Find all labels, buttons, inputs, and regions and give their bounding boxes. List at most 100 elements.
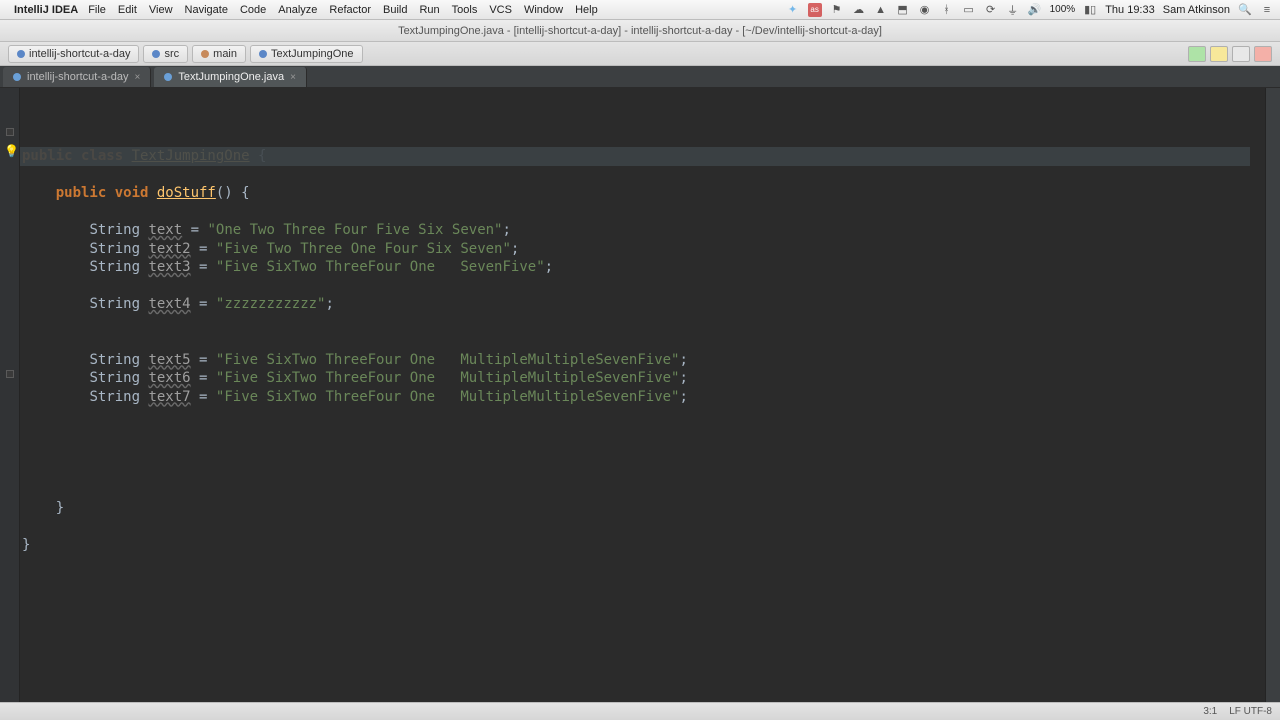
nav-bar: intellij-shortcut-a-day src main TextJum… — [0, 42, 1280, 66]
plain-indicator-icon[interactable] — [1232, 46, 1250, 62]
brace: () { — [216, 185, 250, 201]
display-icon[interactable]: ▭ — [962, 3, 976, 17]
type: String — [89, 259, 148, 275]
volume-icon[interactable]: 🔊 — [1028, 3, 1042, 17]
editor: 💡 public class TextJumpingOne { public v… — [0, 88, 1280, 702]
menu-refactor[interactable]: Refactor — [329, 4, 371, 16]
menu-code[interactable]: Code — [240, 4, 266, 16]
file-icon — [13, 73, 21, 81]
variable: text3 — [148, 259, 190, 275]
eye-icon[interactable]: ◉ — [918, 3, 932, 17]
fold-icon[interactable] — [6, 370, 14, 378]
dropbox-icon[interactable]: ⬒ — [896, 3, 910, 17]
code-line — [20, 277, 1265, 296]
menu-view[interactable]: View — [149, 4, 173, 16]
string-literal: "One Two Three Four Five Six Seven" — [207, 222, 502, 238]
code-line: String text6 = "Five SixTwo ThreeFour On… — [20, 369, 1265, 388]
code-area[interactable]: public class TextJumpingOne { public voi… — [20, 88, 1265, 702]
string-literal: "Five SixTwo ThreeFour One MultipleMulti… — [216, 370, 680, 386]
close-icon[interactable]: × — [134, 72, 140, 83]
brace: } — [22, 537, 30, 553]
method-name: doStuff — [157, 185, 216, 201]
type: String — [89, 296, 148, 312]
tab-label: TextJumpingOne.java — [178, 71, 284, 83]
caret-position[interactable]: 3:1 — [1203, 706, 1217, 717]
code-line: String text2 = "Five Two Three One Four … — [20, 240, 1265, 259]
notification-icon[interactable]: ≡ — [1260, 3, 1274, 17]
breadcrumb-src[interactable]: src — [143, 45, 188, 63]
tab-label: intellij-shortcut-a-day — [27, 71, 128, 83]
close-icon[interactable]: × — [290, 72, 296, 83]
code-line — [20, 332, 1265, 351]
code-line: String text4 = "zzzzzzzzzzz"; — [20, 295, 1265, 314]
code-line: String text5 = "Five SixTwo ThreeFour On… — [20, 351, 1265, 370]
bluetooth-icon[interactable]: ᚼ — [940, 3, 954, 17]
spotlight-icon[interactable]: 🔍 — [1238, 3, 1252, 17]
blank-line — [20, 462, 1265, 481]
breadcrumb-project[interactable]: intellij-shortcut-a-day — [8, 45, 139, 63]
code-line: String text7 = "Five SixTwo ThreeFour On… — [20, 388, 1265, 407]
type: String — [89, 222, 148, 238]
brace: } — [22, 500, 64, 516]
scrollbar[interactable] — [1265, 88, 1280, 702]
code-line: String text = "One Two Three Four Five S… — [20, 221, 1265, 240]
type: String — [89, 389, 148, 405]
file-icon — [164, 73, 172, 81]
error-indicator-icon[interactable] — [1254, 46, 1272, 62]
twitter-icon[interactable]: ✦ — [786, 3, 800, 17]
user-name[interactable]: Sam Atkinson — [1163, 4, 1230, 16]
nav-indicators — [1188, 46, 1272, 62]
string-literal: "Five Two Three One Four Six Seven" — [216, 241, 511, 257]
menu-build[interactable]: Build — [383, 4, 407, 16]
string-literal: "Five SixTwo ThreeFour One MultipleMulti… — [216, 389, 680, 405]
caret-line-highlight — [20, 147, 1250, 166]
menu-run[interactable]: Run — [419, 4, 439, 16]
variable: text2 — [148, 241, 190, 257]
menu-file[interactable]: File — [88, 4, 106, 16]
variable: text7 — [148, 389, 190, 405]
type: String — [89, 352, 148, 368]
warn-indicator-icon[interactable] — [1210, 46, 1228, 62]
fold-icon[interactable] — [6, 128, 14, 136]
variable: text5 — [148, 352, 190, 368]
flag-icon[interactable]: ⚑ — [830, 3, 844, 17]
string-literal: "Five SixTwo ThreeFour One MultipleMulti… — [216, 352, 680, 368]
menu-navigate[interactable]: Navigate — [185, 4, 228, 16]
menu-vcs[interactable]: VCS — [489, 4, 512, 16]
intention-bulb-icon[interactable]: 💡 — [4, 144, 19, 158]
sync-icon[interactable]: ⟳ — [984, 3, 998, 17]
menubar-right: ✦ as ⚑ ☁ ▲ ⬒ ◉ ᚼ ▭ ⟳ ⏚ 🔊 100% ▮▯ Thu 19:… — [786, 3, 1274, 17]
code-line — [20, 314, 1265, 333]
gutter[interactable]: 💡 — [0, 88, 20, 702]
menu-help[interactable]: Help — [575, 4, 598, 16]
mac-menubar: IntelliJ IDEA File Edit View Navigate Co… — [0, 0, 1280, 20]
string-literal: "zzzzzzzzzzz" — [216, 296, 326, 312]
menu-window[interactable]: Window — [524, 4, 563, 16]
app-menus: File Edit View Navigate Code Analyze Ref… — [88, 4, 598, 16]
window-titlebar[interactable]: TextJumpingOne.java - [intellij-shortcut… — [0, 20, 1280, 42]
encoding[interactable]: LF UTF-8 — [1229, 706, 1272, 717]
breadcrumb-class[interactable]: TextJumpingOne — [250, 45, 363, 63]
cloud-icon[interactable]: ☁ — [852, 3, 866, 17]
app-name[interactable]: IntelliJ IDEA — [14, 4, 78, 16]
menu-edit[interactable]: Edit — [118, 4, 137, 16]
battery-icon[interactable]: ▮▯ — [1083, 3, 1097, 17]
menu-analyze[interactable]: Analyze — [278, 4, 317, 16]
variable: text6 — [148, 370, 190, 386]
tab-textjumpingone[interactable]: TextJumpingOne.java × — [154, 67, 307, 87]
keyword: public void — [22, 185, 157, 201]
tab-project[interactable]: intellij-shortcut-a-day × — [3, 67, 151, 87]
blank-line — [20, 425, 1265, 444]
pass-indicator-icon[interactable] — [1188, 46, 1206, 62]
wifi-icon[interactable]: ⏚ — [1006, 3, 1020, 17]
clock[interactable]: Thu 19:33 — [1105, 4, 1155, 16]
variable: text — [148, 222, 182, 238]
breadcrumb-main[interactable]: main — [192, 45, 246, 63]
type: String — [89, 241, 148, 257]
code-line: String text3 = "Five SixTwo ThreeFour On… — [20, 258, 1265, 277]
battery-percent[interactable]: 100% — [1050, 4, 1076, 15]
drive-icon[interactable]: ▲ — [874, 3, 888, 17]
type: String — [89, 370, 148, 386]
menu-tools[interactable]: Tools — [452, 4, 478, 16]
lastfm-icon[interactable]: as — [808, 3, 822, 17]
